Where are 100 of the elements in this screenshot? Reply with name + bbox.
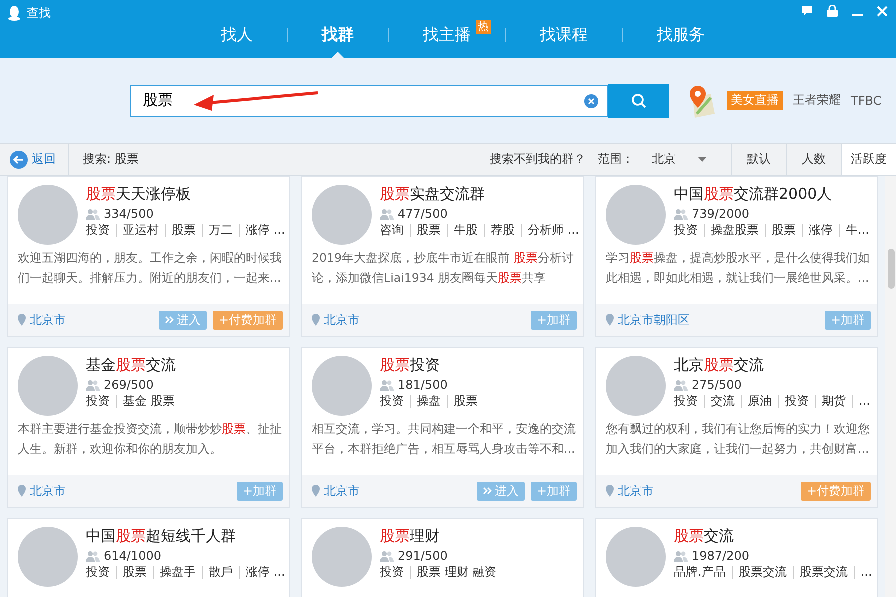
group-name[interactable]: 股票交流 bbox=[674, 527, 869, 546]
hot-badge: 热 bbox=[476, 20, 491, 34]
group-location: 北京市 bbox=[618, 482, 654, 500]
people-icon bbox=[674, 208, 688, 220]
member-count: 275/500 bbox=[692, 378, 742, 392]
group-name[interactable]: 中国股票超短线千人群 bbox=[86, 527, 281, 546]
group-description: 学习股票操盘，提高炒股水平，是什么使得我们如此相遇，即如此相遇，就让我们一展绝世风采。... bbox=[605, 250, 871, 287]
location-pin-icon bbox=[18, 485, 26, 497]
location-pin-icon bbox=[312, 314, 320, 326]
group-name[interactable]: 基金股票交流 bbox=[86, 356, 181, 375]
member-count: 614/1000 bbox=[104, 549, 162, 563]
close-icon[interactable] bbox=[877, 6, 888, 16]
member-count: 269/500 bbox=[104, 378, 154, 392]
people-icon bbox=[380, 550, 394, 562]
group-tag: 投资 bbox=[86, 395, 116, 408]
window-title: 查找 bbox=[27, 5, 51, 22]
group-location: 北京市 bbox=[324, 312, 360, 328]
clear-icon[interactable] bbox=[584, 94, 599, 108]
member-count: 477/500 bbox=[398, 207, 448, 221]
people-icon bbox=[380, 208, 394, 220]
group-tag: 投资 bbox=[674, 395, 704, 408]
group-tag: 涨停 ... bbox=[239, 224, 292, 237]
group-tag: 荐股 bbox=[484, 224, 521, 237]
people-icon bbox=[380, 380, 394, 390]
group-tag: 股票 bbox=[165, 224, 202, 237]
group-location: 北京市朝阳区 bbox=[618, 312, 690, 328]
group-tag: 投资 bbox=[380, 566, 410, 579]
search-icon bbox=[630, 92, 646, 108]
group-tag: 牛... bbox=[839, 224, 876, 237]
group-name[interactable]: 股票理财 bbox=[380, 527, 503, 546]
group-tag: 投资 bbox=[778, 395, 815, 408]
group-tag: 期货 bbox=[815, 395, 852, 408]
caret-icon bbox=[698, 157, 707, 162]
group-description: 本群主要进行基金投资交流，顺带炒炒股票、扯扯人生。新群，欢迎你和你的朋友加入。 bbox=[17, 421, 283, 458]
group-tag: 股票 bbox=[447, 395, 484, 408]
penguin-icon bbox=[8, 6, 21, 21]
group-tag: 股票 bbox=[410, 224, 447, 237]
group-tag: ... bbox=[852, 395, 876, 408]
group-tag: 投资 bbox=[674, 224, 704, 237]
group-tag: 股票交流 bbox=[732, 566, 793, 579]
search-field[interactable]: 股票 bbox=[130, 84, 608, 116]
quick-link[interactable]: 王者荣耀 bbox=[793, 92, 841, 109]
group-tag: 原油 bbox=[741, 395, 778, 408]
group-tag: 股票 bbox=[116, 566, 153, 579]
group-location: 北京市 bbox=[30, 482, 66, 500]
people-icon bbox=[86, 380, 100, 390]
group-tag: 涨停 bbox=[802, 224, 839, 237]
chat-bubble-icon[interactable] bbox=[801, 5, 813, 17]
group-tag: 咨询 bbox=[380, 224, 410, 237]
people-icon bbox=[86, 208, 100, 220]
group-tag: 操盘手 bbox=[153, 566, 202, 579]
member-count: 334/500 bbox=[104, 207, 154, 221]
sort-tab[interactable]: 默认 bbox=[731, 144, 786, 175]
group-tag: 投资 bbox=[86, 566, 116, 579]
people-icon bbox=[674, 380, 688, 390]
group-name[interactable]: 中国股票交流群2000人 bbox=[674, 185, 869, 204]
group-name[interactable]: 股票天天涨停板 bbox=[86, 185, 281, 204]
group-tag: 散戶 bbox=[202, 566, 239, 579]
group-tag: 交流 bbox=[704, 395, 741, 408]
people-icon bbox=[86, 550, 100, 562]
group-description: 您有飘过的权利，我们有让您后悔的实力！欢迎您加入我们的大家庭，让我们一起努力，共创财富... bbox=[605, 421, 871, 458]
group-tag: 投资 bbox=[86, 224, 116, 237]
location-pin-icon bbox=[606, 485, 614, 497]
lock-icon[interactable] bbox=[827, 5, 838, 17]
group-location: 北京市 bbox=[324, 482, 360, 500]
range-label: 范围： bbox=[598, 151, 634, 168]
member-count: 739/2000 bbox=[692, 207, 750, 221]
group-tag: 亚运村 bbox=[116, 224, 165, 237]
range-dropdown[interactable]: 北京 bbox=[652, 151, 707, 168]
group-tag: 牛股 bbox=[447, 224, 484, 237]
group-name[interactable]: 股票实盘交流群 bbox=[380, 185, 575, 204]
group-tag: 投资 bbox=[380, 395, 410, 408]
member-count: 291/500 bbox=[398, 549, 448, 563]
sort-tab[interactable]: 活跃度 bbox=[841, 144, 896, 175]
location-pin-icon bbox=[606, 314, 614, 326]
back-button[interactable]: 返回 bbox=[0, 144, 69, 175]
people-icon bbox=[674, 550, 688, 562]
quick-link[interactable]: TFBC bbox=[851, 94, 882, 108]
location-pin-icon bbox=[312, 485, 320, 497]
map-pin-icon[interactable] bbox=[687, 84, 717, 118]
double-chevron-icon bbox=[482, 487, 492, 495]
group-tag: 股票 理财 融资 bbox=[410, 566, 503, 579]
group-tag: 基金 股票 bbox=[116, 395, 181, 408]
group-tag: 涨停 ... bbox=[239, 566, 292, 579]
group-tag: 操盘 bbox=[410, 395, 447, 408]
group-location: 北京市 bbox=[30, 312, 66, 328]
group-description: 相互交流，学习。共同构建一个和平，安逸的交流平台，本群拒绝广告，相互辱骂人身攻击等不和... bbox=[311, 421, 577, 458]
group-name[interactable]: 股票投资 bbox=[380, 356, 484, 375]
search-query-label: 搜索: 股票 bbox=[82, 151, 140, 168]
help-link[interactable]: 搜索不到我的群？ bbox=[490, 151, 586, 168]
member-count: 1987/200 bbox=[692, 549, 750, 563]
group-tag: 操盘股票 bbox=[704, 224, 765, 237]
group-description: 2019年大盘探底，抄底牛市近在眼前 股票分析讨论，添加微信Liai1934 朋友圈每天股票共享 bbox=[311, 250, 575, 287]
group-name[interactable]: 北京股票交流 bbox=[674, 356, 869, 375]
scrollbar[interactable] bbox=[885, 176, 896, 597]
group-tag: 分析师 ... bbox=[521, 224, 586, 237]
group-tag: 万二 bbox=[202, 224, 239, 237]
group-tag: ... bbox=[854, 566, 878, 579]
search-button[interactable] bbox=[608, 84, 669, 118]
member-count: 181/500 bbox=[398, 378, 448, 392]
